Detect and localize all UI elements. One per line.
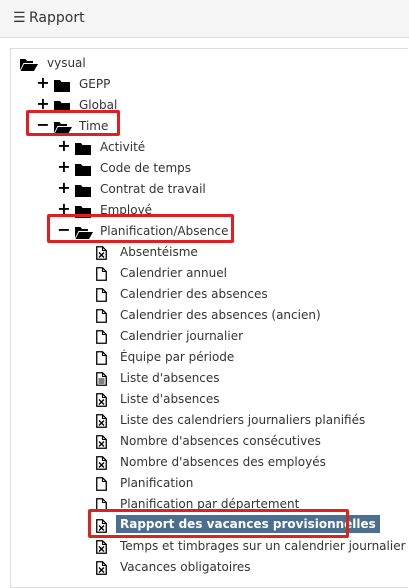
tree-item-label: Planification xyxy=(120,476,194,490)
file-icon xyxy=(96,287,107,306)
tree-item-label: Activité xyxy=(100,140,146,154)
excel-file-icon xyxy=(96,392,107,411)
folder-icon xyxy=(75,140,91,159)
tree-item-vacances-obligatoires[interactable]: Vacances obligatoires xyxy=(96,557,409,577)
header-title: Rapport xyxy=(29,10,85,26)
tree-item-label: Liste des calendriers journaliers planif… xyxy=(120,413,366,427)
tree-item-calendrier-annuel[interactable]: Calendrier annuel xyxy=(96,263,409,283)
file-icon xyxy=(96,350,107,369)
tree-item-label: GEPP xyxy=(79,77,111,91)
highlight-time xyxy=(26,110,120,136)
text-file-icon xyxy=(96,371,107,390)
tree-item-label: Équipe par période xyxy=(120,350,235,364)
tree-item-nombre-d-absences-consecutives[interactable]: Nombre d'absences consécutives xyxy=(96,431,409,451)
tree-item-label: Contrat de travail xyxy=(100,182,206,196)
folder-icon xyxy=(54,77,70,96)
tree-item-calendrier-des-absences[interactable]: Calendrier des absences xyxy=(96,284,409,304)
tree-item-label: Liste d'absences xyxy=(120,371,220,385)
tree-item-label: Nombre d'absences consécutives xyxy=(120,434,321,448)
highlight-planification-absence xyxy=(47,214,234,243)
file-icon xyxy=(96,308,107,327)
excel-file-icon xyxy=(96,560,107,579)
tree-item-absenteisme[interactable]: Absentéisme xyxy=(96,242,409,262)
file-icon xyxy=(96,266,107,285)
folder-icon xyxy=(75,161,91,180)
tree-item-temps-et-timbrages-sur-un-calendrier-journalier[interactable]: Temps et timbrages sur un calendrier jou… xyxy=(96,536,409,556)
header: ☰ Rapport xyxy=(0,0,409,38)
hamburger-icon[interactable]: ☰ xyxy=(13,10,26,26)
highlight-rapport-vacances xyxy=(88,509,349,538)
folder-icon xyxy=(75,182,91,201)
tree-item-label: Vacances obligatoires xyxy=(120,560,251,574)
tree-item-liste-des-calendriers-journaliers-planifies[interactable]: Liste des calendriers journaliers planif… xyxy=(96,410,409,430)
tree-item-gepp[interactable]: + GEPP xyxy=(36,73,409,96)
excel-file-icon xyxy=(96,413,107,432)
tree-item-equipe-par-periode[interactable]: Équipe par période xyxy=(96,347,409,367)
tree-item-label: vysual xyxy=(47,56,86,70)
tree-item-calendrier-des-absences-ancien[interactable]: Calendrier des absences (ancien) xyxy=(96,305,409,325)
tree-item-code-de-temps[interactable]: + Code de temps xyxy=(57,157,409,180)
tree-item-label: Absentéisme xyxy=(120,245,198,259)
tree-item-label: Calendrier des absences (ancien) xyxy=(120,308,321,322)
tree-item-calendrier-journalier[interactable]: Calendrier journalier xyxy=(96,326,409,346)
tree-item-vysual[interactable]: vysual xyxy=(20,53,409,73)
tree-item-label: Nombre d'absences des employés xyxy=(120,455,326,469)
tree-item-label: Calendrier des absences xyxy=(120,287,268,301)
excel-file-icon xyxy=(96,455,107,474)
expand-icon[interactable]: + xyxy=(36,73,50,93)
tree-item-label: Temps et timbrages sur un calendrier jou… xyxy=(120,539,406,553)
tree-item-contrat-de-travail[interactable]: + Contrat de travail xyxy=(57,178,409,201)
tree-item-label: Liste d'absences xyxy=(120,392,220,406)
tree-item-label: Code de temps xyxy=(100,161,191,175)
excel-file-icon xyxy=(96,539,107,558)
expand-icon[interactable]: + xyxy=(57,157,71,177)
file-icon xyxy=(96,329,107,348)
excel-file-icon xyxy=(96,434,107,453)
tree-item-nombre-d-absences-des-employes[interactable]: Nombre d'absences des employés xyxy=(96,452,409,472)
tree-item-liste-d-absences[interactable]: Liste d'absences xyxy=(96,368,409,388)
excel-file-icon xyxy=(96,245,107,264)
tree-item-activite[interactable]: + Activité xyxy=(57,136,409,159)
expand-icon[interactable]: + xyxy=(57,178,71,198)
file-icon xyxy=(96,476,107,495)
tree-item-liste-d-absences[interactable]: Liste d'absences xyxy=(96,389,409,409)
tree-item-label: Calendrier journalier xyxy=(120,329,244,343)
expand-icon[interactable]: + xyxy=(57,136,71,156)
tree-item-planification[interactable]: Planification xyxy=(96,473,409,493)
tree-item-label: Calendrier annuel xyxy=(120,266,227,280)
